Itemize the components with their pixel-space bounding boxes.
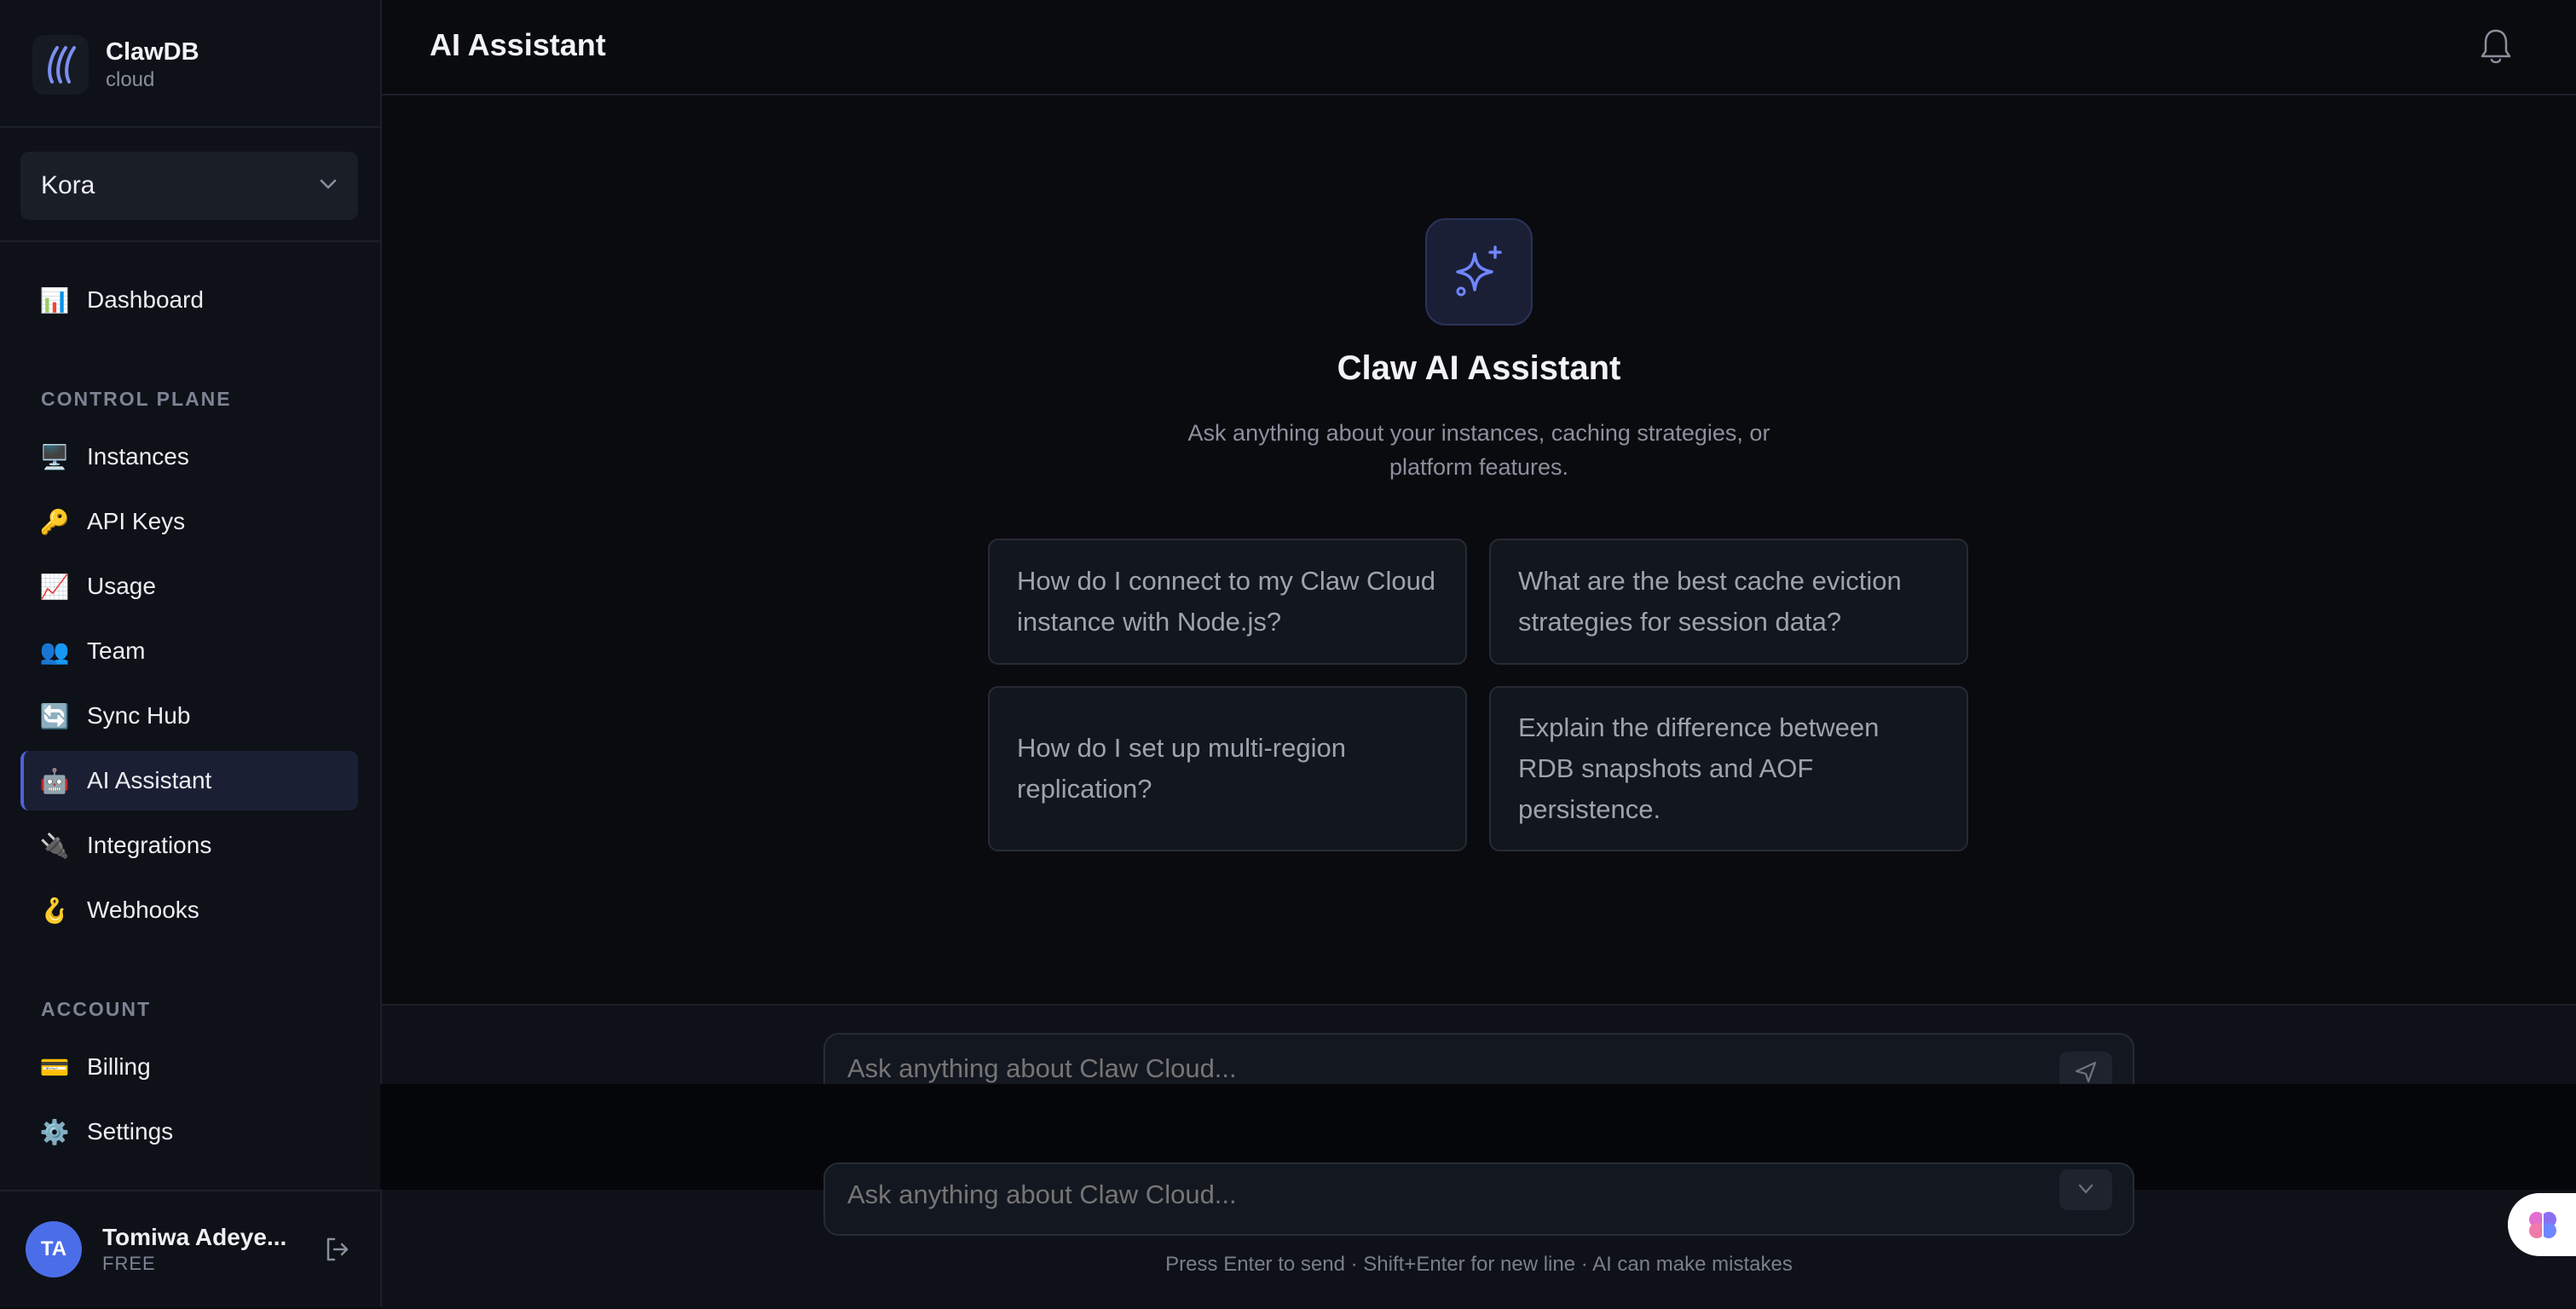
sidebar-item-label: Team [87,637,146,664]
chevron-down-icon [2078,1184,2094,1194]
sidebar-item-webhooks[interactable]: 🪝 Webhooks [20,880,358,940]
org-name: Kora [41,171,95,199]
key-icon: 🔑 [39,508,70,535]
suggestion-card[interactable]: Explain the difference between RDB snaps… [1489,686,1968,851]
user-profile: TA Tomiwa Adeye... FREE [26,1219,358,1280]
section-label-control-plane: CONTROL PLANE [41,388,232,410]
suggestion-card[interactable]: How do I set up multi-region replication… [988,686,1467,851]
sidebar-item-api-keys[interactable]: 🔑 API Keys [20,492,358,551]
chart-icon: 📊 [39,286,70,314]
sidebar-item-label: API Keys [87,508,186,534]
brand-subtitle: cloud [106,68,155,91]
sidebar-item-usage[interactable]: 📈 Usage [20,556,358,616]
claw-logo-icon [32,35,89,95]
plug-icon: 🔌 [39,832,70,859]
sidebar-item-label: Instances [87,443,189,470]
bell-icon[interactable] [2477,26,2515,66]
sidebar-item-label: Dashboard [87,286,204,313]
chevron-down-icon [319,178,338,194]
hook-icon: 🪝 [39,897,70,924]
user-name: Tomiwa Adeye... [102,1224,287,1250]
ai-brain-fab[interactable] [2508,1193,2576,1256]
sidebar-item-label: Billing [87,1053,151,1080]
message-input[interactable] [847,1179,2041,1210]
send-icon [2075,1061,2097,1083]
suggestion-text: How do I set up multi-region replication… [1017,733,1346,804]
sidebar-item-label: Webhooks [87,897,199,923]
top-bar: AI Assistant [382,0,2576,95]
people-icon: 👥 [39,637,70,665]
hero-title: Claw AI Assistant [1337,349,1621,387]
sidebar-item-settings[interactable]: ⚙️ Settings [20,1102,358,1162]
monitor-icon: 🖥️ [39,443,70,470]
suggestion-text: How do I connect to my Claw Cloud instan… [1017,566,1436,637]
brand[interactable]: ClawDB cloud [32,34,199,95]
send-button[interactable] [2059,1169,2112,1210]
trend-icon: 📈 [39,573,70,600]
page-title: AI Assistant [430,27,606,62]
brain-icon [2529,1212,2556,1238]
chat-input[interactable] [823,1162,2134,1236]
brand-name: ClawDB [106,38,199,66]
sidebar-item-billing[interactable]: 💳 Billing [20,1037,358,1097]
sidebar-item-label: Usage [87,573,156,599]
sidebar-item-team[interactable]: 👥 Team [20,621,358,681]
suggestion-card[interactable]: How do I connect to my Claw Cloud instan… [988,539,1467,665]
sparkles-icon [1425,218,1533,326]
suggestion-text: Explain the difference between RDB snaps… [1518,712,1880,824]
divider [0,1190,380,1191]
logout-icon[interactable] [322,1234,353,1265]
sidebar-item-ai-assistant[interactable]: 🤖 AI Assistant [20,751,358,810]
sync-icon: 🔄 [39,702,70,729]
user-plan-badge: FREE [102,1253,156,1274]
gear-icon: ⚙️ [39,1118,70,1145]
composer-hint: Press Enter to send · Shift+Enter for ne… [1165,1253,1793,1276]
sidebar-item-label: Integrations [87,832,212,858]
sidebar-item-dashboard[interactable]: 📊 Dashboard [20,270,358,330]
avatar[interactable]: TA [26,1221,82,1277]
sidebar-item-label: AI Assistant [87,767,212,793]
robot-icon: 🤖 [39,767,70,794]
sidebar-item-sync-hub[interactable]: 🔄 Sync Hub [20,686,358,746]
credit-card-icon: 💳 [39,1053,70,1081]
sidebar: ClawDB cloud Kora 📊 Dashboard CONTROL PL… [0,0,382,1307]
suggestion-text: What are the best cache eviction strateg… [1518,566,1902,637]
hero-subtitle: Ask anything about your instances, cachi… [1187,420,1770,480]
org-selector[interactable]: Kora [20,152,358,220]
divider [0,126,380,128]
sidebar-item-integrations[interactable]: 🔌 Integrations [20,816,358,875]
suggestion-card[interactable]: What are the best cache eviction strateg… [1489,539,1968,665]
sidebar-item-label: Settings [87,1118,174,1145]
divider [0,240,380,242]
sidebar-item-label: Sync Hub [87,702,191,729]
section-label-account: ACCOUNT [41,998,151,1020]
message-input[interactable] [847,1053,2041,1084]
sidebar-item-instances[interactable]: 🖥️ Instances [20,427,358,487]
